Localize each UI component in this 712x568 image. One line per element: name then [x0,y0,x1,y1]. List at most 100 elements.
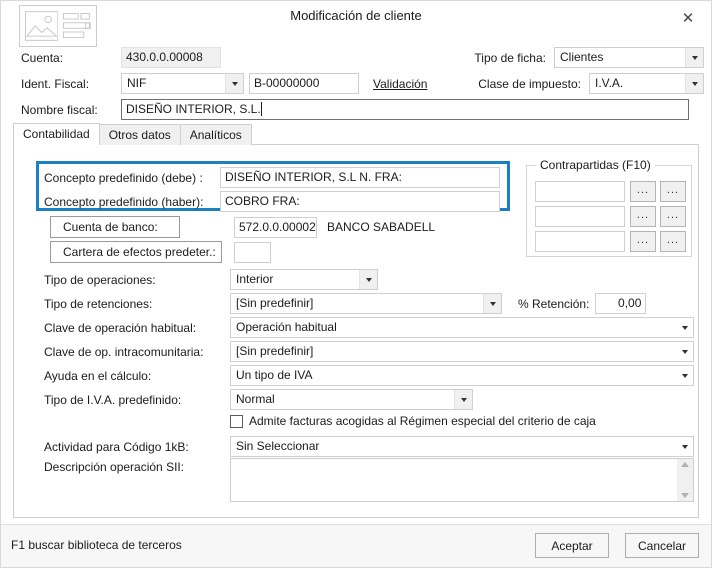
tipo-retenciones-select[interactable]: [Sin predefinir] [230,293,502,314]
descripcion-sii-textarea[interactable] [231,459,677,501]
cuenta-field[interactable]: 430.0.0.00008 [121,47,221,68]
clave-operacion-label: Clave de operación habitual: [44,320,197,335]
tipo-ficha-row: Tipo de ficha: Clientes [441,47,704,68]
header-fields: Cuenta: 430.0.0.00008 Tipo de ficha: Cli… [1,47,711,123]
tab-contabilidad[interactable]: Contabilidad [13,123,100,145]
cartera-efectos-button[interactable]: Cartera de efectos predeter.: [50,241,222,263]
modification-client-dialog: Modificación de cliente ✕ Cuenta: 430.0.… [0,0,712,568]
contrapartida-browse-3b[interactable]: ... [660,231,686,252]
tipo-retenciones-value: [Sin predefinir] [236,296,314,310]
clave-intracomunitaria-row: Clave de op. intracomunitaria: [Sin pred… [44,341,694,362]
contrapartida-browse-1b[interactable]: ... [660,181,686,202]
cuenta-label: Cuenta: [21,50,64,65]
chevron-down-icon [676,437,693,456]
actividad-row: Actividad para Código 1kB: Sin Seleccion… [44,436,694,457]
clase-impuesto-label: Clase de impuesto: [478,76,581,91]
contrapartidas-title: Contrapartidas (F10) [536,158,655,172]
contrapartida-input-1[interactable] [535,181,625,202]
tipo-retenciones-row: Tipo de retenciones: [Sin predefinir] % … [44,293,647,314]
tipo-ficha-value: Clientes [560,50,604,64]
cancel-button[interactable]: Cancelar [625,533,699,558]
chevron-down-icon [454,390,472,409]
chevron-down-icon [676,342,693,361]
clase-impuesto-value: I.V.A. [595,76,624,90]
retencion-label: % Retención: [518,296,590,311]
chevron-down-icon [359,270,377,289]
concepto-haber-row: Concepto predefinido (haber): COBRO FRA: [44,191,500,212]
cuenta-banco-row: Cuenta de banco: 572.0.0.00002 BANCO SAB… [50,216,435,238]
status-bar: F1 buscar biblioteca de terceros Aceptar… [1,524,711,567]
scroll-down-icon[interactable] [681,493,689,498]
tipo-ficha-select[interactable]: Clientes [554,47,704,68]
tipo-operaciones-select[interactable]: Interior [230,269,378,290]
contrapartida-browse-2a[interactable]: ... [630,206,656,227]
cuenta-banco-button[interactable]: Cuenta de banco: [50,216,180,238]
contrapartida-input-3[interactable] [535,231,625,252]
contrapartida-browse-1a[interactable]: ... [630,181,656,202]
contrapartida-input-2[interactable] [535,206,625,227]
ident-fiscal-row: Ident. Fiscal: NIF B-00000000 Validación [21,73,427,94]
cartera-efectos-input[interactable] [234,241,271,263]
ident-fiscal-label: Ident. Fiscal: [21,76,90,91]
clave-intracomunitaria-value: [Sin predefinir] [236,344,314,358]
descripcion-sii-label: Descripción operación SII: [44,460,185,474]
chevron-down-icon [676,318,693,337]
contrapartida-browse-2b[interactable]: ... [660,206,686,227]
tipo-retenciones-label: Tipo de retenciones: [44,296,153,311]
descripcion-sii-textarea-wrap [230,458,694,502]
tipo-ficha-label: Tipo de ficha: [474,50,546,65]
title-bar: Modificación de cliente ✕ [1,1,711,47]
tipo-iva-select[interactable]: Normal [230,389,473,410]
close-icon[interactable]: ✕ [665,1,711,35]
concepto-haber-label: Concepto predefinido (haber): [44,194,204,209]
tipo-operaciones-label: Tipo de operaciones: [44,272,156,287]
actividad-select[interactable]: Sin Seleccionar [230,436,694,457]
clase-impuesto-row: Clase de impuesto: I.V.A. [441,73,704,94]
concepto-debe-label: Concepto predefinido (debe) : [44,170,203,185]
clave-intracomunitaria-select[interactable]: [Sin predefinir] [230,341,694,362]
ident-fiscal-type-value: NIF [127,76,147,90]
cuenta-banco-input[interactable]: 572.0.0.00002 [234,216,317,238]
tab-otros-datos[interactable]: Otros datos [98,124,181,145]
tab-strip: Contabilidad Otros datos Analíticos [13,123,699,145]
contrapartida-row-1: ... ... [535,181,686,202]
tipo-iva-label: Tipo de I.V.A. predefinido: [44,392,182,407]
tipo-operaciones-value: Interior [236,272,274,286]
chevron-down-icon [483,294,501,313]
descripcion-sii-scrollbar[interactable] [677,459,693,501]
ident-fiscal-input[interactable]: B-00000000 [249,73,359,94]
ayuda-calculo-select[interactable]: Un tipo de IVA [230,365,694,386]
clave-operacion-select[interactable]: Operación habitual [230,317,694,338]
tipo-iva-value: Normal [236,392,275,406]
nombre-fiscal-value: DISEÑO INTERIOR, S.L. [126,102,261,116]
criterio-caja-label: Admite facturas acogidas al Régimen espe… [249,414,596,428]
tipo-operaciones-row: Tipo de operaciones: Interior [44,269,378,290]
ident-fiscal-type-select[interactable]: NIF [121,73,244,94]
accept-button[interactable]: Aceptar [535,533,609,558]
concepto-debe-input[interactable]: DISEÑO INTERIOR, S.L N. FRA: [220,167,500,188]
clase-impuesto-select[interactable]: I.V.A. [589,73,704,94]
window-title: Modificación de cliente [290,8,422,23]
contrapartida-browse-3a[interactable]: ... [630,231,656,252]
chevron-down-icon [685,74,703,93]
descripcion-sii-label-row: Descripción operación SII: [44,460,230,474]
concepto-haber-input[interactable]: COBRO FRA: [220,191,500,212]
validacion-link[interactable]: Validación [373,77,427,91]
chevron-down-icon [225,74,243,93]
contrapartida-row-2: ... ... [535,206,686,227]
criterio-caja-checkbox[interactable] [230,414,243,428]
chevron-down-icon [676,366,693,385]
retencion-input[interactable]: 0,00 [595,293,647,314]
nombre-fiscal-field[interactable]: DISEÑO INTERIOR, S.L. [121,99,689,120]
contrapartidas-group: Contrapartidas (F10) ... ... ... ... ...… [526,158,692,257]
scroll-up-icon[interactable] [681,462,689,467]
tab-analiticos[interactable]: Analíticos [179,124,252,145]
clave-operacion-row: Clave de operación habitual: Operación h… [44,317,694,338]
clave-intracomunitaria-label: Clave de op. intracomunitaria: [44,344,204,359]
tab-panel-contabilidad: Concepto predefinido (debe) : DISEÑO INT… [13,144,699,518]
tipo-iva-row: Tipo de I.V.A. predefinido: Normal [44,389,473,410]
cartera-efectos-row: Cartera de efectos predeter.: [50,241,271,263]
clave-operacion-value: Operación habitual [236,320,337,334]
concepto-debe-row: Concepto predefinido (debe) : DISEÑO INT… [44,167,500,188]
criterio-caja-row: Admite facturas acogidas al Régimen espe… [230,414,596,428]
